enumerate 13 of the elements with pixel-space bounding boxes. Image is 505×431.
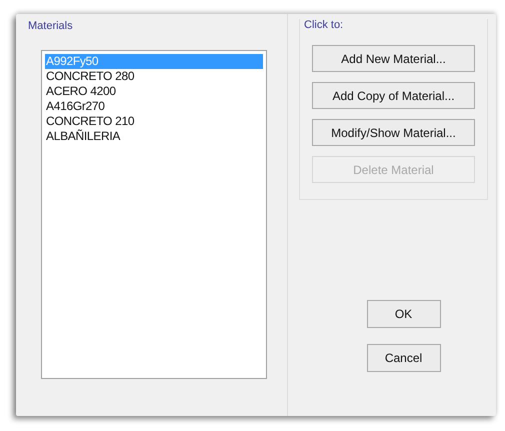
materials-list[interactable]: A992Fy50 CONCRETO 280 ACERO 4200 A416Gr270 CONCRETO 210 ALBAÑILERIA bbox=[41, 50, 267, 379]
list-item[interactable]: ACERO 4200 bbox=[45, 84, 263, 99]
list-item[interactable]: CONCRETO 210 bbox=[45, 114, 263, 129]
list-item[interactable]: ALBAÑILERIA bbox=[45, 129, 263, 144]
group-label: Materials bbox=[28, 20, 73, 32]
ok-button[interactable]: OK bbox=[366, 300, 440, 328]
action-button[interactable]: Modify/Show Material... bbox=[312, 119, 475, 146]
list-item[interactable]: CONCRETO 280 bbox=[45, 69, 263, 84]
group-label: Click to: bbox=[304, 19, 344, 31]
action-button[interactable]: Add New Material... bbox=[312, 45, 475, 72]
list-item[interactable]: A416Gr270 bbox=[45, 99, 263, 114]
action-button[interactable]: Add Copy of Material... bbox=[312, 82, 475, 109]
cancel-button[interactable]: Cancel bbox=[366, 344, 440, 372]
